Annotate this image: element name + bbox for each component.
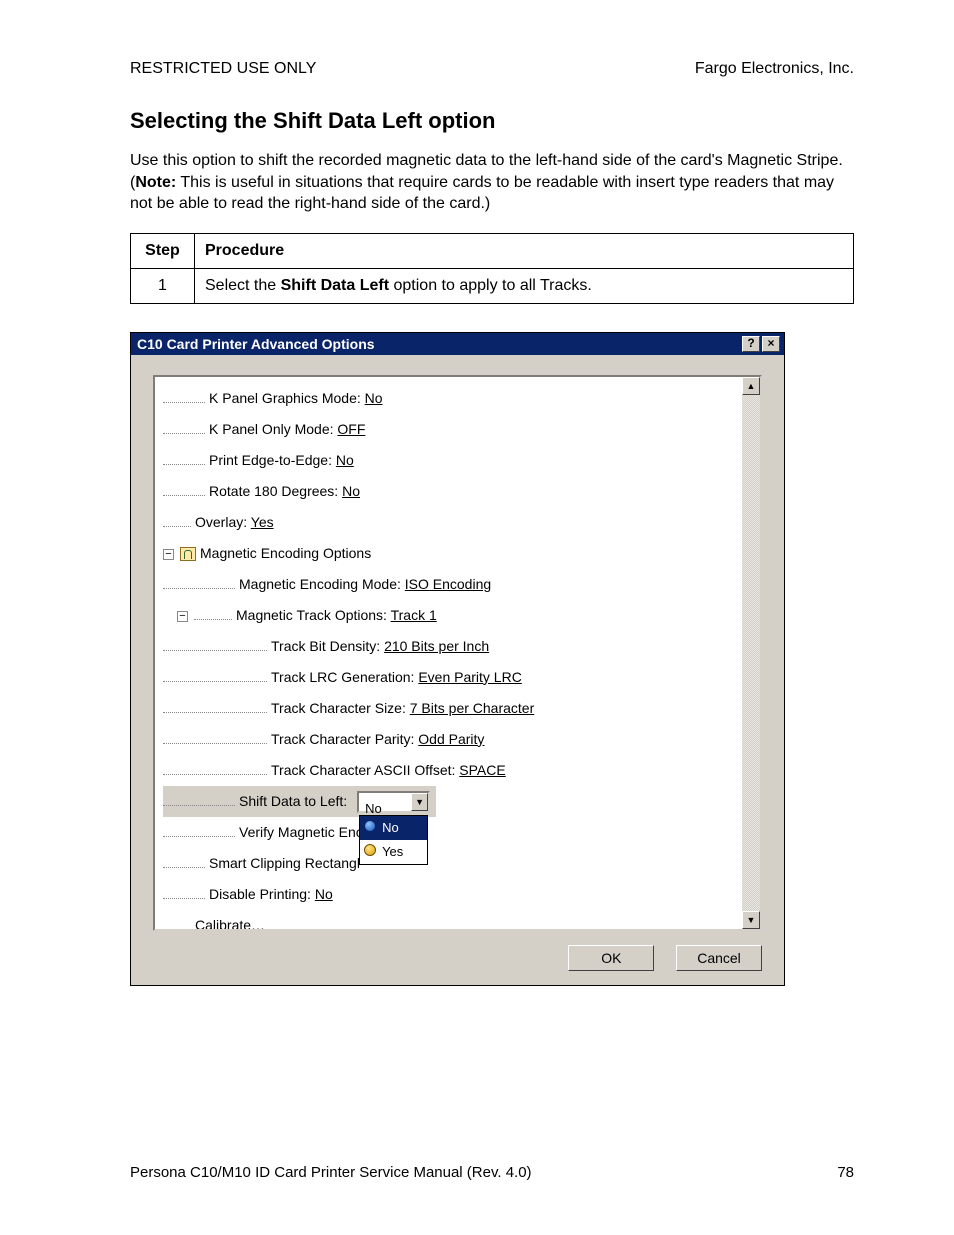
option-k-panel-only[interactable]: K Panel Only Mode: OFF <box>163 414 756 445</box>
collapse-icon[interactable]: − <box>163 549 174 560</box>
option-track-char-size[interactable]: Track Character Size: 7 Bits per Charact… <box>163 693 756 724</box>
option-track-ascii-offset[interactable]: Track Character ASCII Offset: SPACE <box>163 755 756 786</box>
help-button[interactable]: ? <box>742 336 760 352</box>
chevron-down-icon[interactable]: ▼ <box>411 793 428 811</box>
table-row: 1 Select the Shift Data Left option to a… <box>131 268 854 303</box>
option-disable-printing[interactable]: Disable Printing: No <box>163 879 756 910</box>
ok-button[interactable]: OK <box>568 945 654 971</box>
th-procedure: Procedure <box>195 233 854 268</box>
page-heading: Selecting the Shift Data Left option <box>130 108 854 134</box>
option-edge-to-edge[interactable]: Print Edge-to-Edge: No <box>163 445 756 476</box>
procedure-table: Step Procedure 1 Select the Shift Data L… <box>130 233 854 304</box>
dropdown-option-no[interactable]: No <box>360 816 427 840</box>
option-overlay[interactable]: Overlay: Yes <box>163 507 756 538</box>
header-right: Fargo Electronics, Inc. <box>695 60 854 78</box>
group-magnetic-encoding[interactable]: −Magnetic Encoding Options <box>163 538 756 569</box>
cancel-button[interactable]: Cancel <box>676 945 762 971</box>
option-track-char-parity[interactable]: Track Character Parity: Odd Parity <box>163 724 756 755</box>
group-magnetic-track-options[interactable]: −Magnetic Track Options: Track 1 <box>163 600 756 631</box>
footer-doc-title: Persona C10/M10 ID Card Printer Service … <box>130 1164 532 1181</box>
option-smart-clipping-rectangle[interactable]: Smart Clipping Rectangl <box>163 848 756 879</box>
page-number: 78 <box>837 1164 854 1181</box>
dropdown-option-yes[interactable]: Yes <box>360 840 427 864</box>
option-k-panel-graphics[interactable]: K Panel Graphics Mode: No <box>163 383 756 414</box>
option-track-bit-density[interactable]: Track Bit Density: 210 Bits per Inch <box>163 631 756 662</box>
shift-data-left-combo[interactable]: No▼ No Yes <box>357 791 430 813</box>
scroll-up-button[interactable]: ▲ <box>742 377 760 395</box>
collapse-icon[interactable]: − <box>177 611 188 622</box>
advanced-options-dialog: C10 Card Printer Advanced Options ? × ▲ … <box>130 332 785 986</box>
shift-data-left-dropdown: No Yes <box>359 815 428 865</box>
close-button[interactable]: × <box>762 336 780 352</box>
radio-yes-icon <box>364 844 376 856</box>
scroll-down-button[interactable]: ▼ <box>742 911 760 929</box>
radio-no-icon <box>364 820 376 832</box>
option-track-lrc[interactable]: Track LRC Generation: Even Parity LRC <box>163 662 756 693</box>
option-calibrate[interactable]: Calibrate… <box>163 910 756 931</box>
step-number: 1 <box>131 268 195 303</box>
options-tree: ▲ ▼ K Panel Graphics Mode: No K Panel On… <box>153 375 762 931</box>
option-mag-encoding-mode[interactable]: Magnetic Encoding Mode: ISO Encoding <box>163 569 756 600</box>
scrollbar-track[interactable] <box>742 395 760 911</box>
dialog-title: C10 Card Printer Advanced Options <box>137 336 740 352</box>
titlebar: C10 Card Printer Advanced Options ? × <box>131 333 784 355</box>
header-left: RESTRICTED USE ONLY <box>130 60 316 78</box>
lock-icon <box>180 547 196 561</box>
option-shift-data-left[interactable]: Shift Data to Left: No▼ No Yes <box>163 786 436 817</box>
option-verify-magnetic-encoding[interactable]: Verify Magnetic Enc <box>163 817 756 848</box>
option-rotate-180[interactable]: Rotate 180 Degrees: No <box>163 476 756 507</box>
step-text: Select the Shift Data Left option to app… <box>195 268 854 303</box>
th-step: Step <box>131 233 195 268</box>
intro-paragraph: Use this option to shift the recorded ma… <box>130 150 854 215</box>
